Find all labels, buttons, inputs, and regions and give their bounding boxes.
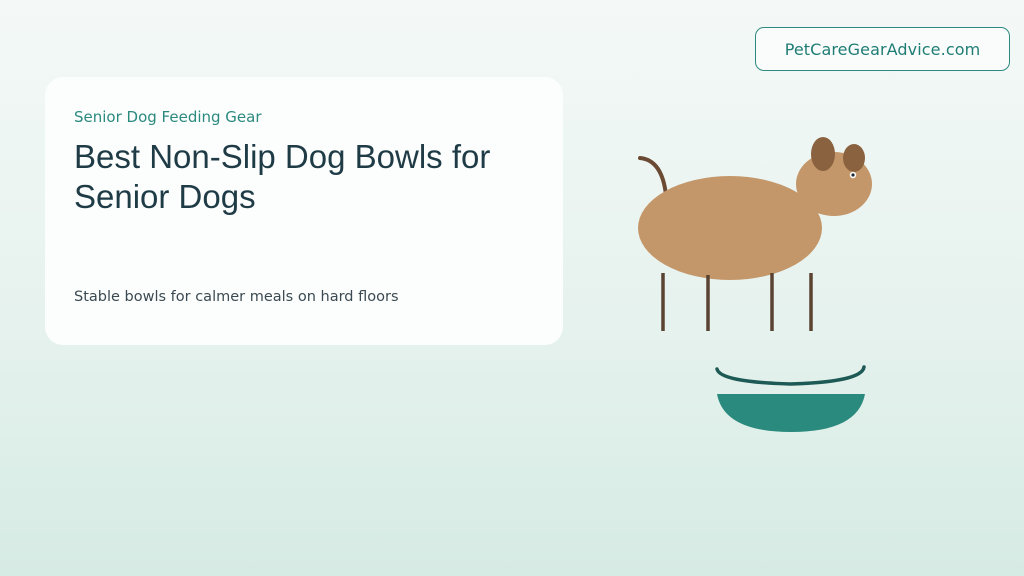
dog-pupil	[851, 173, 855, 177]
dog-bowl-illustration	[638, 137, 872, 432]
food-bowl	[715, 365, 866, 432]
hero-subtitle: Stable bowls for calmer meals on hard fl…	[74, 289, 399, 305]
site-name-badge[interactable]: PetCareGearAdvice.com	[755, 27, 1010, 71]
hero-card: Senior Dog Feeding Gear Best Non-Slip Do…	[45, 77, 563, 345]
dog-body	[638, 176, 822, 280]
page-title: Best Non-Slip Dog Bowls for Senior Dogs	[74, 138, 491, 215]
dog-tail	[638, 156, 668, 197]
bowl-rim	[715, 365, 866, 386]
bowl-body	[717, 394, 865, 432]
dog-ear-left	[811, 137, 835, 171]
dog-figure	[638, 137, 872, 331]
hero-kicker: Senior Dog Feeding Gear	[74, 108, 262, 126]
dog-ear-right	[843, 144, 865, 172]
